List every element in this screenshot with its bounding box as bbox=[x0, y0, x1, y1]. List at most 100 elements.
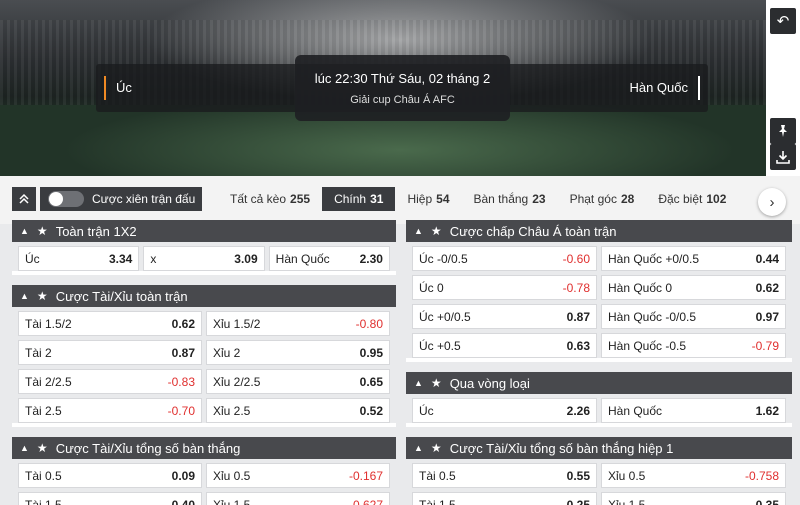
odds-cell[interactable]: Úc 2.26 bbox=[412, 398, 597, 423]
collapse-button[interactable] bbox=[12, 187, 36, 211]
odds-cell[interactable]: Úc -0/0.5 -0.60 bbox=[412, 246, 597, 271]
market-header[interactable]: ▲ ★ Cược Tài/Xỉu tổng số bàn thắng hiệp 1 bbox=[406, 437, 792, 459]
star-icon[interactable]: ★ bbox=[431, 441, 442, 455]
odds-cell[interactable]: Hàn Quốc -0/0.5 0.97 bbox=[601, 304, 786, 329]
selection-label: Hàn Quốc bbox=[608, 403, 663, 418]
selection-label: Tài 0.5 bbox=[25, 468, 62, 483]
tab-special[interactable]: Đặc biệt 102 bbox=[646, 187, 738, 211]
odds-row: Tài 2 0.87 Xỉu 2 0.95 bbox=[18, 340, 390, 365]
selection-label: Úc +0/0.5 bbox=[419, 309, 471, 324]
star-icon[interactable]: ★ bbox=[37, 289, 48, 303]
odds-cell[interactable]: Hàn Quốc +0/0.5 0.44 bbox=[601, 246, 786, 271]
odds-value: 0.95 bbox=[359, 345, 383, 360]
odds-value: 1.62 bbox=[755, 403, 779, 418]
odds-row: Tài 1.5 0.25 Xỉu 1.5 0.35 bbox=[412, 492, 786, 505]
odds-cell[interactable]: Xỉu 1.5/2 -0.80 bbox=[206, 311, 390, 336]
odds-cell[interactable]: Hàn Quốc -0.5 -0.79 bbox=[601, 333, 786, 358]
download-button[interactable] bbox=[770, 144, 796, 170]
tab-all[interactable]: Tất cả kèo 255 bbox=[218, 187, 322, 211]
odds-value: 0.87 bbox=[171, 345, 195, 360]
market-body: Úc 3.34 x 3.09 Hàn Quốc 2.30 bbox=[12, 242, 396, 271]
tab-count: 28 bbox=[620, 192, 635, 206]
odds-cell[interactable]: Hàn Quốc 1.62 bbox=[601, 398, 786, 423]
odds-cell[interactable]: Tài 1.5 0.25 bbox=[412, 492, 597, 505]
selection-label: Tài 1.5 bbox=[419, 497, 456, 505]
back-button[interactable]: ↶ bbox=[770, 8, 796, 34]
star-icon[interactable]: ★ bbox=[37, 224, 48, 238]
odds-cell[interactable]: Úc 0 -0.78 bbox=[412, 275, 597, 300]
selection-label: Tài 0.5 bbox=[419, 468, 456, 483]
odds-cell[interactable]: Xỉu 2 0.95 bbox=[206, 340, 390, 365]
market-title: Cược chấp Châu Á toàn trận bbox=[449, 223, 617, 239]
market-title: Qua vòng loại bbox=[449, 375, 530, 391]
selection-label: Xỉu 1.5/2 bbox=[213, 316, 261, 331]
selection-label: Tài 1.5/2 bbox=[25, 316, 72, 331]
parlay-label: Cược xiên trận đấu bbox=[92, 192, 196, 206]
tab-label: Phạt góc bbox=[569, 192, 617, 206]
market-1x2: ▲ ★ Toàn trận 1X2 Úc 3.34 x 3.09 Hàn Quốc 2.30 bbox=[12, 220, 396, 275]
toggle-switch[interactable] bbox=[48, 191, 84, 207]
tab-label: Hiệp bbox=[407, 192, 433, 206]
selection-label: Hàn Quốc 0 bbox=[608, 280, 673, 295]
odds-cell[interactable]: Tài 2/2.5 -0.83 bbox=[18, 369, 202, 394]
pin-button[interactable] bbox=[770, 118, 796, 144]
odds-row: Úc +0.5 0.63 Hàn Quốc -0.5 -0.79 bbox=[412, 333, 786, 358]
star-icon[interactable]: ★ bbox=[431, 376, 442, 390]
odds-cell[interactable]: Úc +0/0.5 0.87 bbox=[412, 304, 597, 329]
odds-cell[interactable]: Úc 3.34 bbox=[18, 246, 140, 271]
odds-cell[interactable]: Tài 0.5 0.09 bbox=[18, 463, 202, 488]
market-body: Tài 1.5/2 0.62 Xỉu 1.5/2 -0.80 Tài 2 0.87 Xỉu … bbox=[12, 307, 396, 423]
odds-cell[interactable]: Hàn Quốc 0 0.62 bbox=[601, 275, 786, 300]
star-icon[interactable]: ★ bbox=[37, 441, 48, 455]
selection-label: Hàn Quốc -0/0.5 bbox=[608, 309, 697, 324]
selection-label: x bbox=[150, 251, 157, 266]
market-header[interactable]: ▲ ★ Toàn trận 1X2 bbox=[12, 220, 396, 242]
market-header[interactable]: ▲ ★ Cược Tài/Xỉu tổng số bàn thắng bbox=[12, 437, 396, 459]
odds-cell[interactable]: Tài 1.5 0.40 bbox=[18, 492, 202, 505]
odds-cell[interactable]: Xỉu 1.5 -0.627 bbox=[206, 492, 390, 505]
market-tabs: Tất cả kèo 255 Chính 31 Hiệp 54 Bàn thắng 23… bbox=[218, 187, 738, 211]
market-header[interactable]: ▲ ★ Cược chấp Châu Á toàn trận bbox=[406, 220, 792, 242]
tab-label: Bàn thắng bbox=[473, 192, 529, 206]
odds-row: Tài 1.5 0.40 Xỉu 1.5 -0.627 bbox=[18, 492, 390, 505]
odds-cell[interactable]: Hàn Quốc 2.30 bbox=[268, 246, 390, 271]
market-title: Cược Tài/Xỉu toàn trận bbox=[55, 288, 188, 304]
league-name: Giải cup Châu Á AFC bbox=[350, 94, 455, 106]
market-header[interactable]: ▲ ★ Qua vòng loại bbox=[406, 372, 792, 394]
tab-goals[interactable]: Bàn thắng 23 bbox=[462, 187, 558, 211]
tab-half[interactable]: Hiệp 54 bbox=[395, 187, 461, 211]
tab-corners[interactable]: Phạt góc 28 bbox=[558, 187, 647, 211]
selection-label: Xỉu 0.5 bbox=[608, 468, 646, 483]
odds-cell[interactable]: Tài 2 0.87 bbox=[18, 340, 202, 365]
selection-label: Xỉu 2 bbox=[213, 345, 241, 360]
odds-value: 2.30 bbox=[359, 251, 383, 266]
star-icon[interactable]: ★ bbox=[431, 224, 442, 238]
odds-cell[interactable]: Tài 1.5/2 0.62 bbox=[18, 311, 202, 336]
odds-row: Úc 2.26 Hàn Quốc 1.62 bbox=[412, 398, 786, 423]
odds-cell[interactable]: Úc +0.5 0.63 bbox=[412, 333, 597, 358]
match-info: lúc 22:30 Thứ Sáu, 02 tháng 2 Giải cup C… bbox=[295, 55, 510, 121]
odds-cell[interactable]: Xỉu 0.5 -0.167 bbox=[206, 463, 390, 488]
odds-value: 0.62 bbox=[171, 316, 195, 331]
odds-cell[interactable]: Xỉu 0.5 -0.758 bbox=[601, 463, 786, 488]
odds-cell[interactable]: Tài 0.5 0.55 bbox=[412, 463, 597, 488]
odds-cell[interactable]: Xỉu 2.5 0.52 bbox=[206, 398, 390, 423]
odds-value: 0.63 bbox=[566, 338, 590, 353]
double-chevron-up-icon bbox=[19, 193, 29, 204]
odds-value: 3.34 bbox=[108, 251, 133, 266]
tab-main[interactable]: Chính 31 bbox=[322, 187, 396, 211]
selection-label: Tài 2/2.5 bbox=[25, 374, 72, 389]
odds-value: 3.09 bbox=[234, 251, 258, 266]
odds-cell[interactable]: Xỉu 1.5 0.35 bbox=[601, 492, 786, 505]
odds-cell[interactable]: Tài 2.5 -0.70 bbox=[18, 398, 202, 423]
selection-label: Hàn Quốc bbox=[275, 251, 330, 266]
odds-cell[interactable]: x 3.09 bbox=[143, 246, 265, 271]
odds-value: -0.60 bbox=[562, 251, 590, 266]
parlay-toggle[interactable]: Cược xiên trận đấu bbox=[40, 187, 202, 211]
next-tabs-button[interactable]: › bbox=[758, 188, 786, 216]
selection-label: Úc +0.5 bbox=[419, 338, 461, 353]
odds-value: -0.79 bbox=[751, 338, 779, 353]
odds-cell[interactable]: Xỉu 2/2.5 0.65 bbox=[206, 369, 390, 394]
market-header[interactable]: ▲ ★ Cược Tài/Xỉu toàn trận bbox=[12, 285, 396, 307]
side-toolbar: ↶ bbox=[766, 0, 800, 176]
